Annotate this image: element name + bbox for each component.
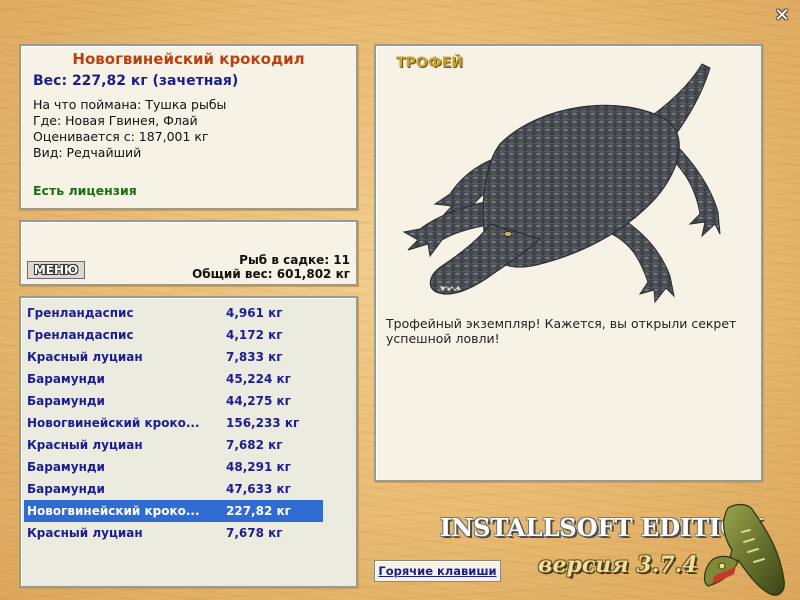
list-item-weight: 227,82 кг bbox=[226, 504, 291, 518]
list-item-name: Новогвинейский кроко... bbox=[27, 504, 200, 518]
hotkeys-button[interactable]: Горячие клавиши bbox=[374, 560, 501, 582]
list-item-name: Барамунди bbox=[27, 372, 105, 386]
list-item[interactable]: Барамунди 48,291 кг bbox=[24, 456, 323, 478]
list-item-weight: 7,682 кг bbox=[226, 438, 283, 452]
list-item[interactable]: Барамунди 47,633 кг bbox=[24, 478, 323, 500]
list-item[interactable]: Новогвинейский кроко... 156,233 кг bbox=[24, 412, 323, 434]
list-item[interactable]: Новогвинейский кроко... 227,82 кг bbox=[24, 500, 323, 522]
list-item[interactable]: Барамунди 44,275 кг bbox=[24, 390, 323, 412]
list-item[interactable]: Красный луциан 7,678 кг bbox=[24, 522, 323, 544]
list-item-name: Гренландаспис bbox=[27, 306, 134, 320]
list-item-name: Барамунди bbox=[27, 460, 105, 474]
list-item[interactable]: Красный луциан 7,682 кг bbox=[24, 434, 323, 456]
fish-name: Новогвинейский крокодил bbox=[72, 50, 305, 68]
list-item-name: Барамунди bbox=[27, 482, 105, 496]
fish-info-panel: Новогвинейский крокодил Вес: 227,82 кг (… bbox=[19, 44, 358, 210]
list-item-name: Красный луциан bbox=[27, 438, 143, 452]
crocodile-image bbox=[402, 63, 721, 304]
menu-button[interactable]: МЕНЮ bbox=[27, 261, 85, 279]
list-item-weight: 7,833 кг bbox=[226, 350, 283, 364]
fish-kind: Вид: Редчайший bbox=[33, 145, 142, 160]
list-item-name: Новогвинейский кроко... bbox=[27, 416, 200, 430]
list-item[interactable]: Красный луциан 7,833 кг bbox=[24, 346, 323, 368]
fish-weight: Вес: 227,82 кг (зачетная) bbox=[33, 73, 239, 89]
list-item-name: Гренландаспис bbox=[27, 328, 134, 342]
list-item-weight: 4,172 кг bbox=[226, 328, 283, 342]
list-item-name: Красный луциан bbox=[27, 526, 143, 540]
close-icon: ✕ bbox=[774, 5, 790, 26]
list-item[interactable]: Барамунди 45,224 кг bbox=[24, 368, 323, 390]
trophy-panel: ТРОФЕЙ Трофейный экземпляр! Кажется, вы … bbox=[374, 44, 763, 482]
list-item[interactable]: Гренландаспис 4,961 кг bbox=[24, 302, 323, 324]
keepnet-total-weight: Общий вес: 601,802 кг bbox=[192, 267, 350, 281]
catch-list[interactable]: Гренландаспис 4,961 кг Гренландаспис 4,172 … bbox=[19, 296, 358, 588]
close-button[interactable]: ✕ bbox=[772, 6, 792, 26]
version-text: версия 3.7.4 bbox=[538, 552, 698, 578]
list-item-weight: 44,275 кг bbox=[226, 394, 291, 408]
list-item-weight: 45,224 кг bbox=[226, 372, 291, 386]
list-item-name: Красный луциан bbox=[27, 350, 143, 364]
list-item-weight: 156,233 кг bbox=[226, 416, 300, 430]
list-item-weight: 48,291 кг bbox=[226, 460, 291, 474]
list-item[interactable]: Гренландаспис 4,172 кг bbox=[24, 324, 323, 346]
list-item-weight: 4,961 кг bbox=[226, 306, 283, 320]
pike-logo-icon bbox=[703, 503, 785, 596]
trophy-description: Трофейный экземпляр! Кажется, вы открыли… bbox=[386, 316, 737, 346]
list-item-weight: 7,678 кг bbox=[226, 526, 283, 540]
list-item-weight: 47,633 кг bbox=[226, 482, 291, 496]
keepnet-count: Рыб в садке: 11 bbox=[239, 253, 350, 267]
list-item-name: Барамунди bbox=[27, 394, 105, 408]
keepnet-panel: МЕНЮ Рыб в садке: 11 Общий вес: 601,802 … bbox=[19, 220, 358, 286]
fish-bait: На что поймана: Тушка рыбы bbox=[33, 97, 227, 112]
fish-valued-from: Оценивается с: 187,001 кг bbox=[33, 129, 209, 144]
fish-location: Где: Новая Гвинея, Флай bbox=[33, 113, 198, 128]
license-status: Есть лицензия bbox=[33, 183, 137, 198]
